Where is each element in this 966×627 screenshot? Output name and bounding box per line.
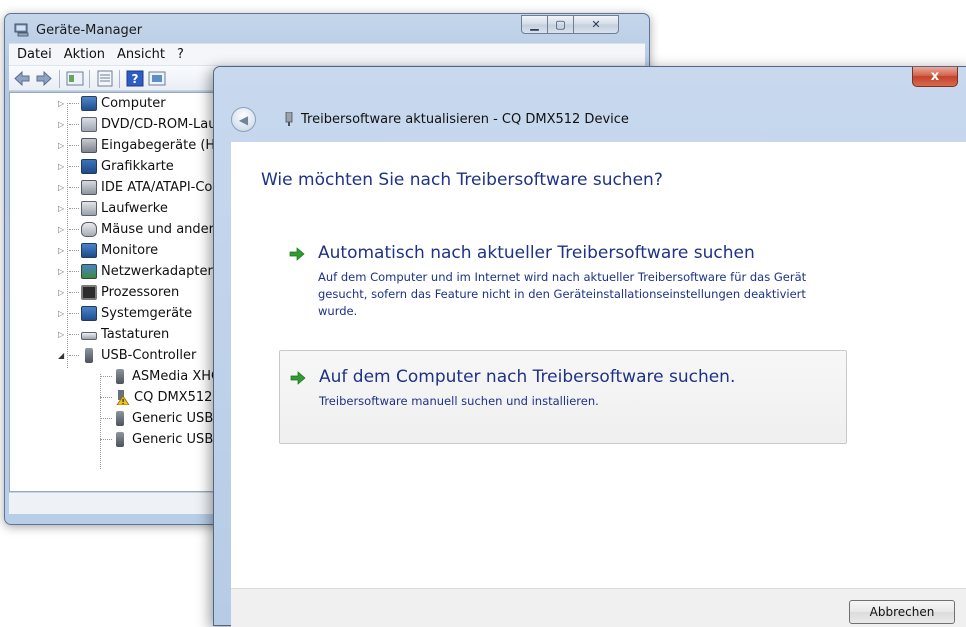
green-arrow-icon xyxy=(289,247,305,261)
maximize-button[interactable]: ▢ xyxy=(547,15,574,34)
usb-icon xyxy=(116,369,124,384)
menu-aktion[interactable]: Aktion xyxy=(64,47,105,62)
option-title: Automatisch nach aktueller Treibersoftwa… xyxy=(318,243,755,263)
minimize-icon: ▁ xyxy=(530,18,539,31)
maximize-icon: ▢ xyxy=(555,18,566,31)
tree-node-label: Tastaturen xyxy=(101,327,170,342)
expand-icon[interactable]: ▷ xyxy=(58,99,66,108)
usb-icon xyxy=(116,432,124,447)
option-title: Auf dem Computer nach Treibersoftware su… xyxy=(319,367,736,387)
forward-arrow-icon[interactable] xyxy=(35,70,53,87)
network-adapter-icon xyxy=(81,264,97,279)
expand-icon[interactable]: ▷ xyxy=(58,267,66,276)
cancel-button[interactable]: Abbrechen xyxy=(849,600,955,624)
option-description: Treibersoftware manuell suchen und insta… xyxy=(319,394,599,408)
expand-icon[interactable]: ▷ xyxy=(58,183,66,192)
usb-icon xyxy=(116,411,124,426)
close-icon: ✕ xyxy=(591,18,601,31)
expand-icon[interactable]: ▷ xyxy=(58,246,66,255)
menu-datei[interactable]: Datei xyxy=(17,47,52,62)
svg-text:?: ? xyxy=(132,72,139,86)
tree-node-label: Systemgeräte xyxy=(101,306,193,321)
tree-node-computer[interactable]: ▷ Computer xyxy=(58,93,166,114)
tree-node-mice[interactable]: ▷ Mäuse und andere Z xyxy=(58,219,235,240)
tree-node-keyboards[interactable]: ▷ Tastaturen xyxy=(58,324,169,345)
scan-hardware-icon[interactable] xyxy=(148,70,166,87)
dialog-content: Wie möchten Sie nach Treibersoftware suc… xyxy=(231,142,966,588)
disk-drive-icon xyxy=(81,201,97,216)
tree-node-input-devices[interactable]: ▷ Eingabegeräte (Hun xyxy=(58,135,232,156)
expand-icon[interactable]: ▷ xyxy=(58,120,66,129)
dialog-title: Treibersoftware aktualisieren - CQ DMX51… xyxy=(301,112,629,127)
tree-node-label: DVD/CD-ROM-Lauf xyxy=(101,117,222,132)
tree-node-label: Grafikkarte xyxy=(101,159,174,174)
tree-node-label: Computer xyxy=(101,96,166,111)
close-button[interactable]: ✕ xyxy=(573,15,619,34)
back-button[interactable]: ◀ xyxy=(231,107,256,132)
expand-icon[interactable]: ▷ xyxy=(58,330,66,339)
page-heading: Wie möchten Sie nach Treibersoftware suc… xyxy=(261,170,663,190)
green-arrow-icon xyxy=(290,371,306,385)
tree-node-network[interactable]: ▷ Netzwerkadapter xyxy=(58,261,213,282)
processor-icon xyxy=(81,285,97,300)
toolbar-separator xyxy=(119,70,120,88)
dvd-drive-icon xyxy=(81,117,97,132)
window-title: Geräte-Manager xyxy=(36,23,143,38)
expand-icon[interactable]: ▷ xyxy=(58,288,66,297)
tree-node-monitors[interactable]: ▷ Monitore xyxy=(58,240,158,261)
expand-icon[interactable]: ▷ xyxy=(58,162,66,171)
menu-bar: Datei Aktion Ansicht ? xyxy=(9,43,645,65)
tree-node-label: IDE ATA/ATAPI-Cor xyxy=(101,180,218,195)
tree-node-label: Monitore xyxy=(101,243,159,258)
tree-node-label: USB-Controller xyxy=(101,348,197,363)
tree-node-label: Prozessoren xyxy=(101,285,180,300)
computer-icon xyxy=(81,96,97,111)
input-device-icon xyxy=(81,138,97,153)
tree-node-system-devices[interactable]: ▷ Systemgeräte xyxy=(58,303,192,324)
back-arrow-icon[interactable] xyxy=(13,70,31,87)
toolbar-separator xyxy=(89,70,90,88)
ide-controller-icon xyxy=(81,180,97,195)
expand-icon[interactable]: ▷ xyxy=(58,204,66,213)
title-bar[interactable]: Geräte-Manager ▁ ▢ ✕ xyxy=(5,14,649,44)
view-icon[interactable] xyxy=(96,70,114,87)
dialog-close-button[interactable]: x xyxy=(912,67,958,87)
usb-device-icon xyxy=(285,112,293,126)
collapse-icon[interactable]: ◢ xyxy=(58,351,66,360)
close-icon: x xyxy=(930,69,940,84)
tree-node-drives[interactable]: ▷ Laufwerke xyxy=(58,198,168,219)
tree-node-graphics[interactable]: ▷ Grafikkarte xyxy=(58,156,174,177)
expand-icon[interactable]: ▷ xyxy=(58,141,66,150)
expand-icon[interactable]: ▷ xyxy=(58,309,66,318)
usb-warning-icon xyxy=(116,390,130,405)
search-automatically-option[interactable]: Automatisch nach aktueller Treibersoftwa… xyxy=(279,243,847,323)
update-driver-dialog: x ◀ Treibersoftware aktualisieren - CQ D… xyxy=(213,66,966,627)
help-icon[interactable]: ? xyxy=(126,70,144,87)
keyboard-icon xyxy=(81,332,97,340)
tree-node-label: Laufwerke xyxy=(101,201,168,216)
monitor-icon xyxy=(81,243,97,258)
expand-icon[interactable]: ▷ xyxy=(58,225,66,234)
mouse-icon xyxy=(81,222,97,237)
tree-node-dvd[interactable]: ▷ DVD/CD-ROM-Lauf xyxy=(58,114,221,135)
display-adapter-icon xyxy=(81,159,97,174)
back-arrow-icon: ◀ xyxy=(238,112,249,127)
option-description: Auf dem Computer und im Internet wird na… xyxy=(318,270,807,318)
system-device-icon xyxy=(81,306,97,321)
minimize-button[interactable]: ▁ xyxy=(521,15,548,34)
menu-help[interactable]: ? xyxy=(177,47,184,62)
device-manager-icon xyxy=(14,23,29,37)
tree-node-usb-controller[interactable]: ◢ USB-Controller xyxy=(58,345,196,366)
properties-icon[interactable] xyxy=(66,70,84,87)
tree-node-ide[interactable]: ▷ IDE ATA/ATAPI-Cor xyxy=(58,177,218,198)
browse-computer-option[interactable]: Auf dem Computer nach Treibersoftware su… xyxy=(279,350,847,444)
dialog-footer: Abbrechen xyxy=(231,588,966,627)
tree-node-processors[interactable]: ▷ Prozessoren xyxy=(58,282,179,303)
toolbar-separator xyxy=(59,70,60,88)
usb-icon xyxy=(85,348,93,363)
menu-ansicht[interactable]: Ansicht xyxy=(117,47,165,62)
tree-node-label: Netzwerkadapter xyxy=(101,264,213,279)
